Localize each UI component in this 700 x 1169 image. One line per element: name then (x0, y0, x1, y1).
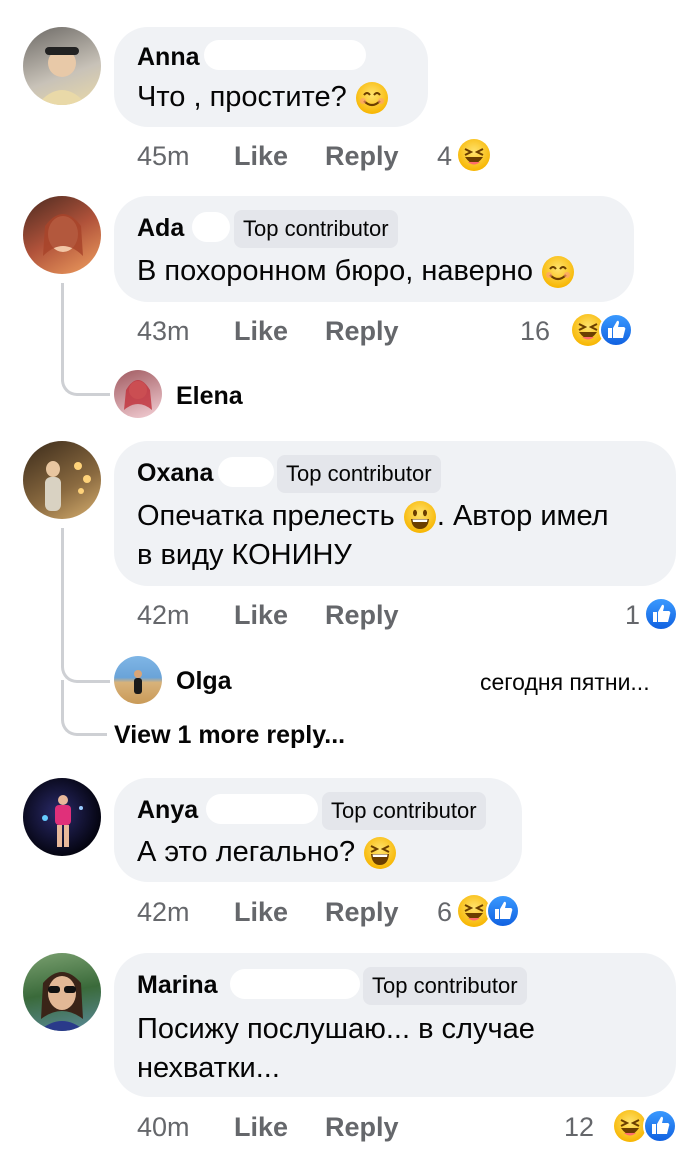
comment-text-line: Что , простите? (137, 81, 347, 113)
reply-button[interactable]: Reply (325, 897, 399, 928)
like-button[interactable]: Like (234, 897, 288, 928)
avatar-marina[interactable] (23, 953, 101, 1031)
comment-time[interactable]: 43m (137, 316, 190, 347)
like-reaction-icon[interactable] (486, 894, 520, 928)
avatar-anya-image (42, 795, 83, 847)
view-more-replies-link[interactable]: View 1 more reply... (114, 721, 345, 750)
haha-reaction-icon[interactable] (457, 138, 491, 172)
reply-thread-line (61, 680, 64, 720)
like-reaction-icon[interactable] (644, 597, 678, 631)
avatar-oxana[interactable] (23, 441, 101, 519)
reaction-count[interactable]: 16 (520, 316, 550, 347)
like-reaction-icon[interactable] (599, 313, 633, 347)
avatar-ada[interactable] (23, 196, 101, 274)
redacted-name-block (204, 40, 366, 70)
reaction-count[interactable]: 1 (625, 600, 640, 631)
comment-time[interactable]: 45m (137, 141, 190, 172)
avatar-ada-image (43, 214, 83, 256)
comment-text-line: Посижу послушаю... в случае (137, 1013, 535, 1045)
avatar-elena[interactable] (114, 370, 162, 418)
comment-time[interactable]: 40m (137, 1112, 190, 1143)
like-button[interactable]: Like (234, 1112, 288, 1143)
comment-text-line: в виду КОНИНУ (137, 539, 352, 571)
reaction-count[interactable]: 12 (564, 1112, 594, 1143)
top-contributor-badge: Top contributor (234, 210, 398, 248)
smiling-face-emoji-icon (355, 82, 388, 115)
haha-reaction-icon[interactable] (613, 1109, 647, 1143)
reply-thread-line (61, 718, 107, 736)
comment-author-name[interactable]: Anna (137, 43, 200, 72)
comment-text-line: В похоронном бюро, наверно (137, 255, 533, 287)
reply-preview-text[interactable]: сегодня пятни... (480, 669, 650, 696)
redacted-name-block (218, 457, 274, 487)
redacted-name-block (206, 794, 318, 824)
grinning-face-emoji-icon (403, 501, 436, 534)
redacted-name-block (192, 212, 230, 242)
comment-text: Что , простите? (137, 79, 389, 116)
reply-button[interactable]: Reply (325, 316, 399, 347)
like-button[interactable]: Like (234, 141, 288, 172)
reaction-count[interactable]: 4 (437, 141, 452, 172)
smiling-face-emoji-icon (542, 256, 575, 289)
avatar-oxana-image (45, 461, 91, 511)
comment-author-name[interactable]: Oxana (137, 459, 213, 488)
reply-button[interactable]: Reply (325, 141, 399, 172)
comment-text-line: . Автор имел (436, 500, 609, 532)
comment-author-name[interactable]: Anya (137, 796, 198, 825)
like-button[interactable]: Like (234, 600, 288, 631)
top-contributor-badge: Top contributor (363, 967, 527, 1005)
comment-author-name[interactable]: Marina (137, 971, 218, 1000)
reaction-count[interactable]: 6 (437, 897, 452, 928)
avatar-olga-image (134, 670, 142, 694)
avatar-anya[interactable] (23, 778, 101, 856)
comment-author-name[interactable]: Ada (137, 214, 184, 243)
like-button[interactable]: Like (234, 316, 288, 347)
comment-text-line: нехватки... (137, 1052, 280, 1084)
reply-author-name[interactable]: Olga (176, 667, 232, 696)
reply-button[interactable]: Reply (325, 600, 399, 631)
comment-text: В похоронном бюро, наверно (137, 253, 575, 290)
like-reaction-icon[interactable] (643, 1109, 677, 1143)
comment-time[interactable]: 42m (137, 897, 190, 928)
avatar-elena-image (124, 380, 152, 410)
reply-author-name[interactable]: Elena (176, 382, 243, 411)
reply-button[interactable]: Reply (325, 1112, 399, 1143)
laughing-face-emoji-icon (364, 837, 397, 870)
redacted-name-block (230, 969, 360, 999)
reply-thread-line (61, 283, 110, 396)
top-contributor-badge: Top contributor (277, 455, 441, 493)
comment-time[interactable]: 42m (137, 600, 190, 631)
comment-text: Опечатка прелесть . Автор имел (137, 498, 609, 535)
comment-text-line: А это легально? (137, 836, 356, 868)
avatar-anna-image (37, 47, 87, 105)
avatar-anna[interactable] (23, 27, 101, 105)
comment-text-line: Опечатка прелесть (137, 500, 395, 532)
avatar-marina-image (39, 972, 85, 1031)
top-contributor-badge: Top contributor (322, 792, 486, 830)
comment-text: А это легально? (137, 834, 397, 871)
reply-thread-line (61, 528, 110, 683)
avatar-olga[interactable] (114, 656, 162, 704)
